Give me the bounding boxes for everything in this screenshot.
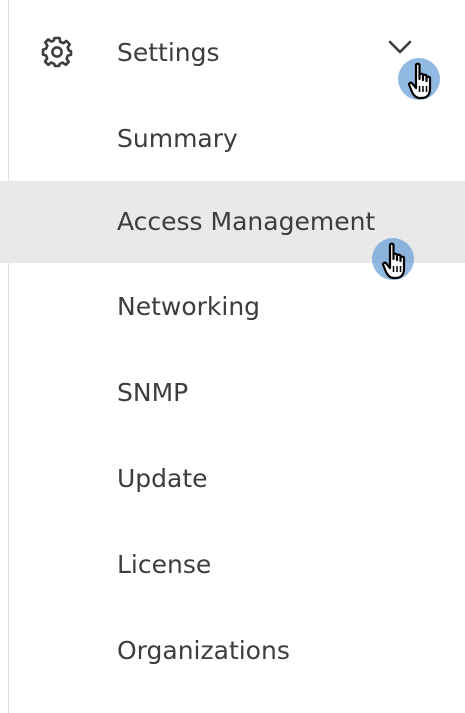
sidebar-item-access-management[interactable]: Access Management: [0, 181, 465, 263]
sidebar-item-summary[interactable]: Summary: [0, 98, 465, 180]
sidebar-item-networking[interactable]: Networking: [0, 266, 465, 348]
sidebar-item-label: License: [117, 550, 212, 579]
sidebar-item-update[interactable]: Update: [0, 438, 465, 520]
sidebar-item-label: SNMP: [117, 378, 189, 407]
sidebar-item-label: Access Management: [117, 207, 376, 236]
sidebar-item-label: Summary: [117, 124, 238, 153]
settings-nav-panel: Settings Summary Access Management Netwo…: [0, 0, 465, 713]
gear-icon: [40, 35, 74, 69]
settings-menu-header[interactable]: Settings: [0, 14, 465, 94]
sidebar-item-snmp[interactable]: SNMP: [0, 352, 465, 434]
sidebar-item-license[interactable]: License: [0, 524, 465, 606]
chevron-down-icon[interactable]: [385, 36, 415, 60]
sidebar-item-label: Networking: [117, 292, 261, 321]
settings-label: Settings: [117, 38, 220, 67]
sidebar-item-organizations[interactable]: Organizations: [0, 610, 465, 692]
sidebar-item-label: Update: [117, 464, 208, 493]
sidebar-item-label: Organizations: [117, 636, 290, 665]
